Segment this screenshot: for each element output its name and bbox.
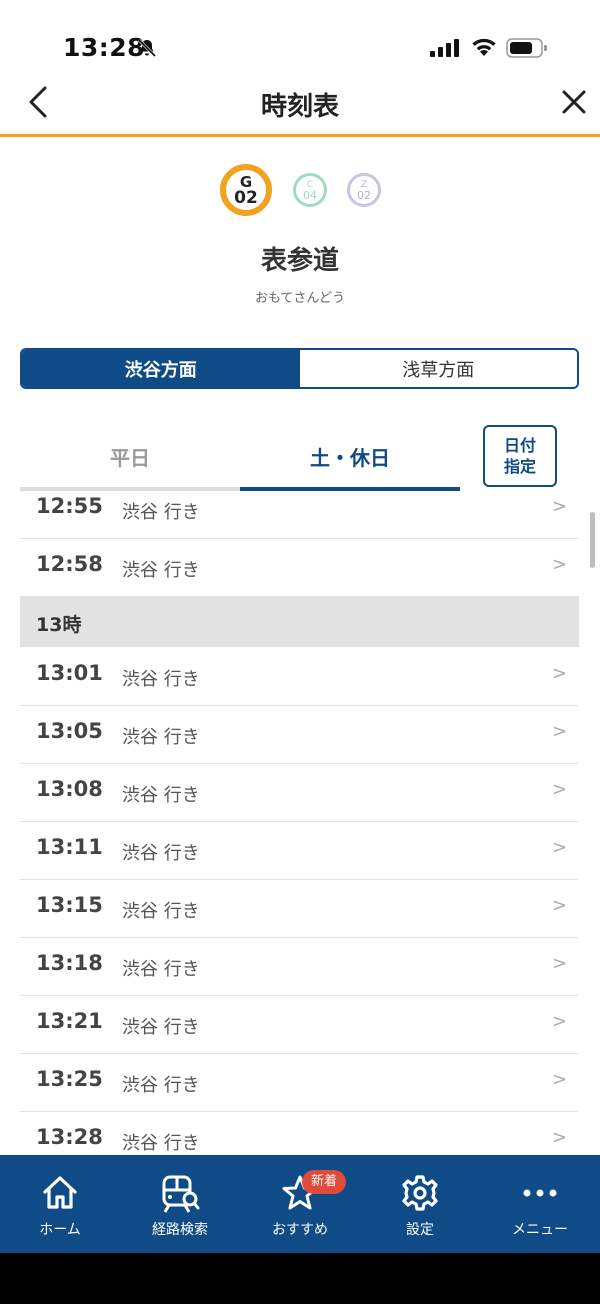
table-row[interactable]: 13:15 渋谷 行き > bbox=[20, 879, 579, 938]
departure-time: 13:18 bbox=[36, 951, 103, 975]
status-bar: 13:28 bbox=[0, 0, 600, 80]
departure-time: 13:01 bbox=[36, 661, 103, 685]
chevron-right-icon: > bbox=[552, 779, 568, 800]
table-row[interactable]: 13:25 渋谷 行き > bbox=[20, 1053, 579, 1112]
scrollbar[interactable] bbox=[590, 512, 595, 568]
tab-home[interactable]: ホーム bbox=[0, 1155, 120, 1253]
tab-weekend-holiday[interactable]: 土・休日 bbox=[240, 425, 460, 491]
tab-settings-label: 設定 bbox=[406, 1222, 434, 1238]
table-row[interactable]: 13:08 渋谷 行き > bbox=[20, 763, 579, 822]
destination: 渋谷 行き bbox=[122, 1075, 200, 1096]
tab-route-search[interactable]: 経路検索 bbox=[120, 1155, 240, 1253]
page-title: 時刻表 bbox=[260, 92, 339, 122]
table-row[interactable]: 13:05 渋谷 行き > bbox=[20, 705, 579, 764]
departure-time: 12:55 bbox=[36, 494, 103, 518]
date-button-line1: 日付 bbox=[503, 436, 536, 455]
wifi-icon bbox=[472, 38, 496, 56]
line-badge-ginza: G 02 bbox=[220, 164, 272, 216]
chevron-right-icon: > bbox=[552, 1011, 568, 1032]
train-search-icon bbox=[162, 1175, 200, 1213]
tab-weekday[interactable]: 平日 bbox=[20, 425, 240, 491]
gear-icon bbox=[402, 1175, 438, 1211]
table-row[interactable]: 13:21 渋谷 行き > bbox=[20, 995, 579, 1054]
destination: 渋谷 行き bbox=[122, 1133, 200, 1154]
departure-time: 13:11 bbox=[36, 835, 103, 859]
close-icon[interactable] bbox=[560, 88, 588, 116]
departure-time: 13:08 bbox=[36, 777, 103, 801]
departure-time: 13:25 bbox=[36, 1067, 103, 1091]
day-tabs: 平日 土・休日 bbox=[20, 425, 460, 491]
destination: 渋谷 行き bbox=[122, 502, 200, 523]
chevron-right-icon: > bbox=[552, 663, 568, 684]
chevron-right-icon: > bbox=[552, 837, 568, 858]
direction-asakusa[interactable]: 浅草方面 bbox=[299, 350, 577, 387]
destination: 渋谷 行き bbox=[122, 1017, 200, 1038]
nav-header: 時刻表 bbox=[0, 72, 600, 137]
tab-recommend[interactable]: おすすめ bbox=[240, 1155, 360, 1253]
table-row[interactable]: 13:18 渋谷 行き > bbox=[20, 937, 579, 996]
station-name: 表参道 bbox=[260, 246, 339, 276]
line-badge-hanzomon[interactable]: Z 02 bbox=[347, 173, 381, 207]
home-indicator-area bbox=[0, 1253, 600, 1304]
line-badge-chiyoda[interactable]: C 04 bbox=[293, 173, 327, 207]
chevron-right-icon: > bbox=[552, 721, 568, 742]
timetable-list[interactable]: 12:55 渋谷 行き > 12:58 渋谷 行き > 13時 13:01 渋谷… bbox=[20, 491, 579, 1155]
destination: 渋谷 行き bbox=[122, 669, 200, 690]
destination: 渋谷 行き bbox=[122, 901, 200, 922]
station-reading: おもてさんどう bbox=[254, 291, 346, 306]
home-icon bbox=[43, 1176, 77, 1209]
departure-time: 13:21 bbox=[36, 1009, 103, 1033]
direction-toggle: 渋谷方面 浅草方面 bbox=[20, 348, 579, 389]
departure-time: 13:15 bbox=[36, 893, 103, 917]
departure-time: 13:05 bbox=[36, 719, 103, 743]
table-row[interactable]: 13:01 渋谷 行き > bbox=[20, 647, 579, 706]
tab-recommend-label: おすすめ bbox=[272, 1222, 328, 1238]
chevron-right-icon: > bbox=[552, 895, 568, 916]
tab-menu-label: メニュー bbox=[512, 1222, 568, 1238]
table-row[interactable]: 13:28 渋谷 行き > bbox=[20, 1111, 579, 1155]
chevron-right-icon: > bbox=[552, 496, 568, 517]
status-time: 13:28 bbox=[63, 33, 146, 62]
hour-header: 13時 bbox=[20, 597, 579, 647]
more-dots-icon bbox=[523, 1189, 557, 1197]
chevron-right-icon: > bbox=[552, 1127, 568, 1148]
bell-muted-icon bbox=[137, 38, 157, 58]
chevron-right-icon: > bbox=[552, 1069, 568, 1090]
departure-time: 12:58 bbox=[36, 552, 103, 576]
battery-icon bbox=[506, 38, 547, 58]
destination: 渋谷 行き bbox=[122, 843, 200, 864]
table-row[interactable]: 12:55 渋谷 行き > bbox=[20, 491, 579, 539]
destination: 渋谷 行き bbox=[122, 785, 200, 806]
table-row[interactable]: 12:58 渋谷 行き > bbox=[20, 538, 579, 597]
date-select-button[interactable]: 日付 指定 bbox=[483, 425, 557, 487]
tab-settings[interactable]: 設定 bbox=[360, 1155, 480, 1253]
destination: 渋谷 行き bbox=[122, 560, 200, 581]
departure-time: 13:28 bbox=[36, 1125, 103, 1149]
tab-menu[interactable]: メニュー bbox=[480, 1155, 600, 1253]
table-row[interactable]: 13:11 渋谷 行き > bbox=[20, 821, 579, 880]
chevron-right-icon: > bbox=[552, 554, 568, 575]
cellular-signal-icon bbox=[430, 39, 459, 57]
destination: 渋谷 行き bbox=[122, 959, 200, 980]
direction-shibuya[interactable]: 渋谷方面 bbox=[22, 350, 300, 387]
chevron-right-icon: > bbox=[552, 953, 568, 974]
tab-home-label: ホーム bbox=[39, 1222, 81, 1238]
date-button-line2: 指定 bbox=[503, 457, 536, 476]
station-line-badges: G 02 C 04 Z 02 bbox=[0, 164, 600, 220]
bottom-tab-bar: ホーム 経路検索 おすすめ 設定 メニュー bbox=[0, 1155, 600, 1253]
hour-label: 13時 bbox=[36, 614, 82, 636]
new-badge: 新着 bbox=[302, 1170, 346, 1194]
destination: 渋谷 行き bbox=[122, 727, 200, 748]
tab-route-search-label: 経路検索 bbox=[152, 1222, 208, 1238]
